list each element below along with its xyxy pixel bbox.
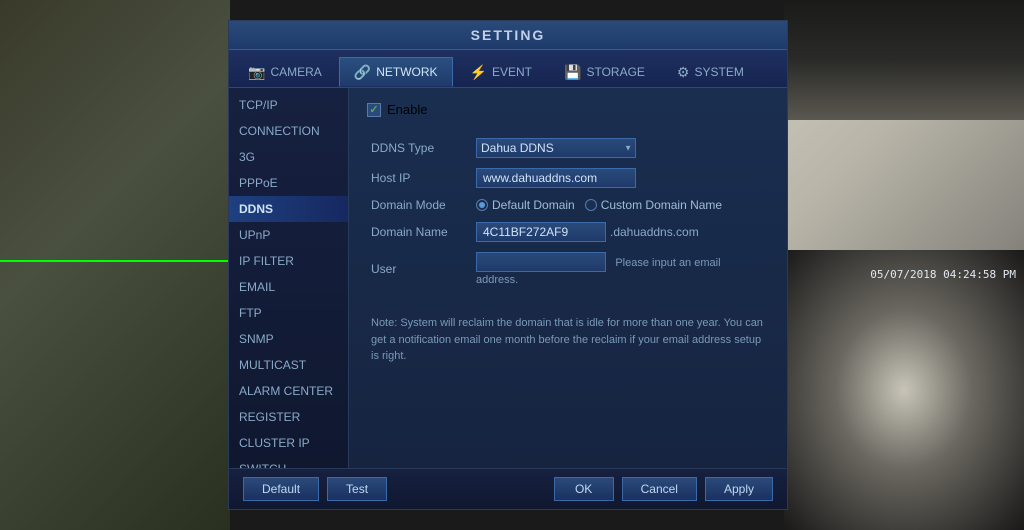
tab-event-label: EVENT [492, 65, 532, 79]
ddns-type-label: DDNS Type [367, 135, 472, 161]
ddns-form: DDNS Type Dahua DDNSNO-IP DDNSCN99 DDNSD… [367, 131, 769, 293]
enable-checkbox[interactable] [367, 103, 381, 117]
note-text: Note: System will reclaim the domain tha… [367, 307, 769, 373]
user-label: User [367, 249, 472, 289]
sidebar-item-3g[interactable]: 3G [229, 144, 348, 170]
host-ip-label: Host IP [367, 165, 472, 191]
custom-domain-radio-label[interactable]: Custom Domain Name [585, 198, 722, 212]
camera-tab-icon: 📷 [248, 64, 265, 81]
sidebar-item-ddns[interactable]: DDNS [229, 196, 348, 222]
sidebar-item-switch[interactable]: SWITCH [229, 456, 348, 468]
custom-domain-label: Custom Domain Name [601, 198, 722, 212]
bg-top-right-overlay [784, 0, 1024, 120]
tab-camera-label: CAMERA [270, 65, 321, 79]
enable-label: Enable [387, 102, 427, 117]
domain-mode-row: Domain Mode Default Domain Custom Domain… [367, 195, 769, 215]
settings-dialog: SETTING 📷 CAMERA 🔗 NETWORK ⚡ EVENT 💾 STO… [228, 20, 788, 510]
tab-system[interactable]: ⚙ SYSTEM [662, 57, 759, 87]
bg-left-camera [0, 0, 230, 530]
content-area: TCP/IP CONNECTION 3G PPPoE DDNS UPnP IP … [229, 88, 787, 468]
sidebar-item-cluster-ip[interactable]: CLUSTER IP [229, 430, 348, 456]
sidebar-item-ip-filter[interactable]: IP FILTER [229, 248, 348, 274]
button-bar: Default Test OK Cancel Apply [229, 468, 787, 509]
default-domain-radio[interactable] [476, 199, 488, 211]
sidebar: TCP/IP CONNECTION 3G PPPoE DDNS UPnP IP … [229, 88, 349, 468]
tab-camera[interactable]: 📷 CAMERA [233, 57, 337, 87]
host-ip-row: Host IP [367, 165, 769, 191]
cancel-button[interactable]: Cancel [622, 477, 697, 501]
sidebar-item-alarm-center[interactable]: ALARM CENTER [229, 378, 348, 404]
sidebar-item-email[interactable]: EMAIL [229, 274, 348, 300]
ok-button[interactable]: OK [554, 477, 614, 501]
timestamp-overlay: 05/07/2018 04:24:58 PM [870, 268, 1016, 281]
user-row: User Please input an email address. [367, 249, 769, 289]
event-tab-icon: ⚡ [470, 64, 487, 81]
apply-button[interactable]: Apply [705, 477, 773, 501]
bg-bottom-right-overlay [784, 250, 1024, 530]
right-button-group: OK Cancel Apply [554, 477, 773, 501]
user-input[interactable] [476, 252, 606, 272]
tab-storage-label: STORAGE [586, 65, 644, 79]
domain-name-row: Domain Name .dahuaddns.com [367, 219, 769, 245]
domain-suffix-text: .dahuaddns.com [610, 225, 699, 239]
test-button[interactable]: Test [327, 477, 387, 501]
system-tab-icon: ⚙ [677, 64, 690, 81]
tab-event[interactable]: ⚡ EVENT [455, 57, 547, 87]
sidebar-item-tcp-ip[interactable]: TCP/IP [229, 92, 348, 118]
sidebar-item-ftp[interactable]: FTP [229, 300, 348, 326]
main-panel: Enable DDNS Type Dahua DDNSNO-IP DDNSCN9… [349, 88, 787, 468]
sidebar-item-connection[interactable]: CONNECTION [229, 118, 348, 144]
sidebar-item-upnp[interactable]: UPnP [229, 222, 348, 248]
host-ip-input[interactable] [476, 168, 636, 188]
default-domain-label: Default Domain [492, 198, 575, 212]
default-domain-radio-label[interactable]: Default Domain [476, 198, 575, 212]
left-button-group: Default Test [243, 477, 387, 501]
tab-network-label: NETWORK [376, 65, 437, 79]
green-line-overlay [0, 260, 230, 262]
ddns-type-select-wrapper: Dahua DDNSNO-IP DDNSCN99 DDNSDyndns [476, 138, 636, 158]
tab-network[interactable]: 🔗 NETWORK [339, 57, 453, 87]
sidebar-item-register[interactable]: REGISTER [229, 404, 348, 430]
domain-name-container: .dahuaddns.com [476, 222, 765, 242]
sidebar-item-multicast[interactable]: MULTICAST [229, 352, 348, 378]
custom-domain-radio[interactable] [585, 199, 597, 211]
storage-tab-icon: 💾 [564, 64, 581, 81]
tab-storage[interactable]: 💾 STORAGE [549, 57, 660, 87]
sidebar-item-pppoe[interactable]: PPPoE [229, 170, 348, 196]
ddns-type-select[interactable]: Dahua DDNSNO-IP DDNSCN99 DDNSDyndns [476, 138, 636, 158]
tab-system-label: SYSTEM [694, 65, 743, 79]
tab-bar: 📷 CAMERA 🔗 NETWORK ⚡ EVENT 💾 STORAGE ⚙ S… [229, 50, 787, 88]
domain-name-label: Domain Name [367, 219, 472, 245]
network-tab-icon: 🔗 [354, 64, 371, 81]
domain-mode-radio-group: Default Domain Custom Domain Name [476, 198, 765, 212]
domain-mode-label: Domain Mode [367, 195, 472, 215]
domain-name-input[interactable] [476, 222, 606, 242]
enable-row: Enable [367, 102, 769, 117]
default-button[interactable]: Default [243, 477, 319, 501]
ddns-type-row: DDNS Type Dahua DDNSNO-IP DDNSCN99 DDNSD… [367, 135, 769, 161]
dialog-title: SETTING [229, 21, 787, 50]
sidebar-item-snmp[interactable]: SNMP [229, 326, 348, 352]
